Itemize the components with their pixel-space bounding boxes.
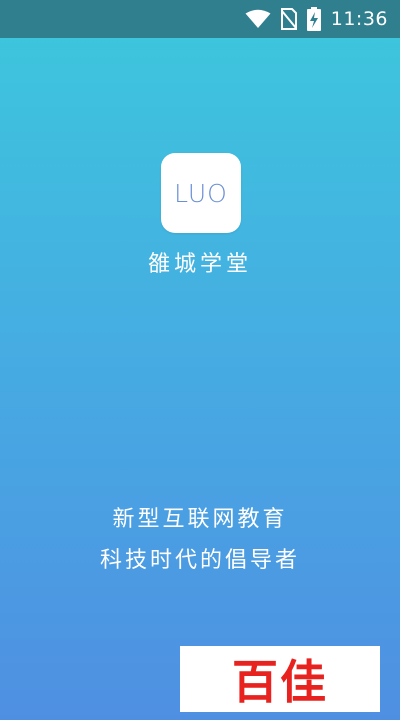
- watermark-logo: 百佳: [180, 646, 380, 712]
- no-sim-icon: [280, 8, 297, 30]
- app-logo-icon: LUO: [161, 153, 241, 233]
- status-time: 11:36: [330, 8, 388, 30]
- battery-charging-icon: [306, 7, 321, 31]
- slogan-line-1: 新型互联网教育: [112, 507, 288, 532]
- slogan-line-2: 科技时代的倡导者: [99, 548, 300, 573]
- app-logo-text: LUO: [174, 178, 228, 208]
- status-bar: 11:36: [0, 0, 400, 38]
- app-name: 雒城学堂: [147, 252, 252, 277]
- wifi-icon: [245, 9, 271, 29]
- watermark-text: 百佳: [232, 655, 328, 709]
